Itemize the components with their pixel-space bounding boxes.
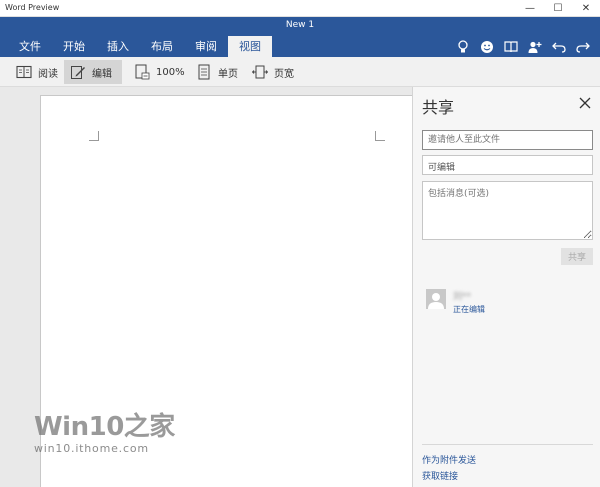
lightbulb-icon[interactable] <box>454 39 472 55</box>
page-width-icon <box>252 64 268 80</box>
person-status: 正在编辑 <box>453 305 485 314</box>
zoom-label: 100% <box>156 66 185 78</box>
title-bar: Word Preview — ☐ ✕ <box>0 0 600 17</box>
zoom-page-icon <box>134 64 150 80</box>
share-person-icon[interactable] <box>526 39 544 55</box>
tab-review[interactable]: 审阅 <box>184 36 228 57</box>
margin-corner-top-left <box>89 131 99 141</box>
edit-mode-label: 编辑 <box>92 68 112 80</box>
message-input[interactable] <box>422 181 593 240</box>
ribbon: New 1 文件 开始 插入 布局 审阅 视图 <box>0 17 600 57</box>
edit-mode-icon <box>70 64 86 80</box>
tab-insert[interactable]: 插入 <box>96 36 140 57</box>
single-page-label: 单页 <box>218 68 238 80</box>
document-title: New 1 <box>285 20 315 30</box>
send-as-attachment-link[interactable]: 作为附件发送 <box>422 453 476 466</box>
watermark-logo: Win10之家 <box>34 412 175 442</box>
tab-file[interactable]: 文件 <box>8 36 52 57</box>
close-window-button[interactable]: ✕ <box>572 0 600 17</box>
site-watermark: Win10之家 win10.ithome.com <box>34 413 175 455</box>
shared-person: 刘** 正在编辑 <box>426 289 485 315</box>
panel-divider <box>422 444 593 445</box>
permission-select[interactable]: 可编辑 <box>422 155 593 175</box>
single-page-button[interactable]: 单页 <box>190 60 244 84</box>
edit-mode-button[interactable]: 编辑 <box>64 60 122 84</box>
smiley-icon[interactable] <box>478 39 496 55</box>
ribbon-tabs: 文件 开始 插入 布局 审阅 视图 <box>8 36 272 57</box>
get-link-link[interactable]: 获取链接 <box>422 469 458 482</box>
share-panel-title: 共享 <box>422 98 455 117</box>
read-mode-button[interactable]: 阅读 <box>10 60 64 84</box>
undo-icon[interactable] <box>550 39 568 55</box>
view-toolbar: 阅读 编辑 100% 单页 页宽 <box>0 57 600 87</box>
tab-home[interactable]: 开始 <box>52 36 96 57</box>
page-width-button[interactable]: 页宽 <box>246 60 300 84</box>
read-mode-label: 阅读 <box>38 68 58 80</box>
book-icon[interactable] <box>502 39 520 55</box>
ribbon-actions <box>454 39 592 55</box>
page-width-label: 页宽 <box>274 68 294 80</box>
redo-icon[interactable] <box>574 39 592 55</box>
zoom-100-button[interactable]: 100% <box>128 60 191 84</box>
invite-people-input[interactable] <box>422 130 593 150</box>
share-panel: 共享 可编辑 共享 刘** 正在编辑 作为附件发送 获取链接 <box>412 87 600 487</box>
margin-corner-top-right <box>375 131 385 141</box>
watermark-url: win10.ithome.com <box>34 442 149 455</box>
share-button[interactable]: 共享 <box>561 248 593 265</box>
close-icon[interactable] <box>578 96 592 110</box>
tab-view[interactable]: 视图 <box>228 36 272 57</box>
tab-layout[interactable]: 布局 <box>140 36 184 57</box>
read-mode-icon <box>16 64 32 80</box>
person-name: 刘** <box>453 292 472 302</box>
avatar <box>426 289 446 309</box>
maximize-button[interactable]: ☐ <box>544 0 572 17</box>
app-title: Word Preview <box>5 3 60 12</box>
person-info: 刘** 正在编辑 <box>453 289 485 315</box>
minimize-button[interactable]: — <box>516 0 544 17</box>
single-page-icon <box>196 64 212 80</box>
